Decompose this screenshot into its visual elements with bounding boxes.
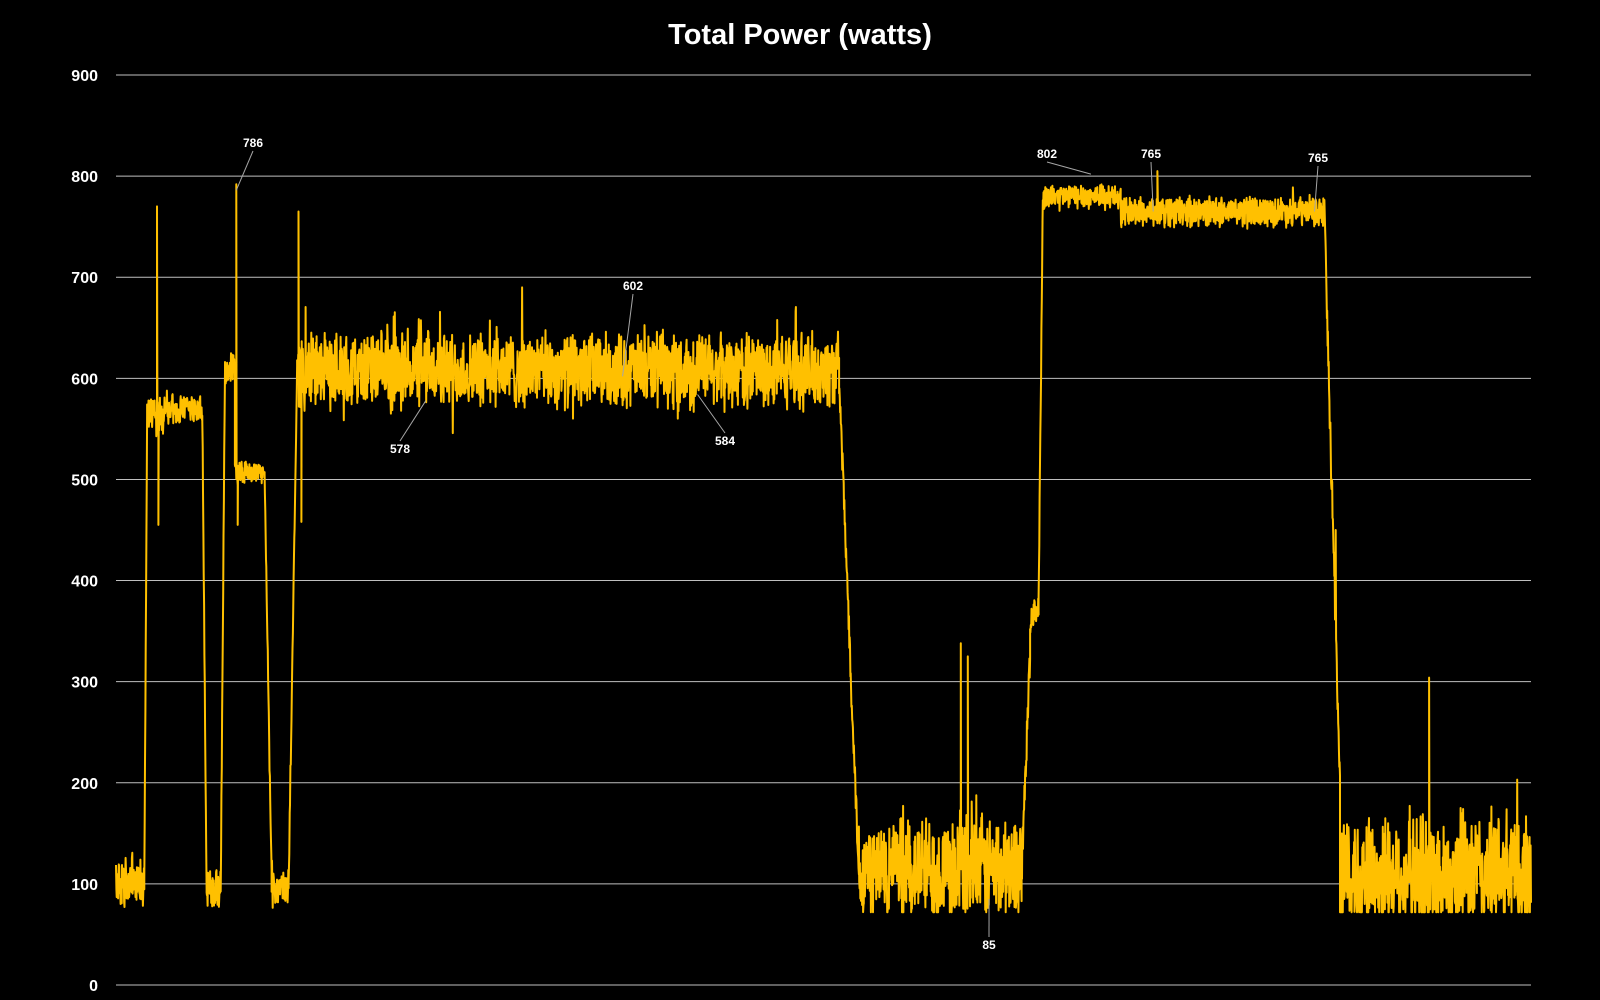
annotation-label: 765 bbox=[1308, 151, 1328, 165]
y-tick-label: 400 bbox=[71, 574, 98, 591]
annotation-label: 584 bbox=[715, 434, 735, 448]
annotation-label: 85 bbox=[982, 938, 996, 952]
y-tick-label: 100 bbox=[71, 877, 98, 894]
y-tick-label: 300 bbox=[71, 675, 98, 692]
power-line-chart: Total Power (watts) 0 100 200 300 400 500 600 7… bbox=[0, 0, 1600, 1000]
annotation-label: 802 bbox=[1037, 147, 1057, 161]
chart-background bbox=[0, 0, 1600, 1000]
annotation-label: 765 bbox=[1141, 147, 1161, 161]
annotation-label: 602 bbox=[623, 279, 643, 293]
y-tick-label: 0 bbox=[89, 978, 98, 995]
annotation-label: 786 bbox=[243, 136, 263, 150]
annotation-label: 578 bbox=[390, 442, 410, 456]
y-tick-label: 900 bbox=[71, 68, 98, 85]
y-tick-label: 500 bbox=[71, 472, 98, 489]
y-tick-label: 700 bbox=[71, 270, 98, 287]
y-tick-label: 800 bbox=[71, 169, 98, 186]
chart-title: Total Power (watts) bbox=[668, 19, 932, 51]
y-tick-label: 200 bbox=[71, 776, 98, 793]
y-tick-label: 600 bbox=[71, 371, 98, 388]
